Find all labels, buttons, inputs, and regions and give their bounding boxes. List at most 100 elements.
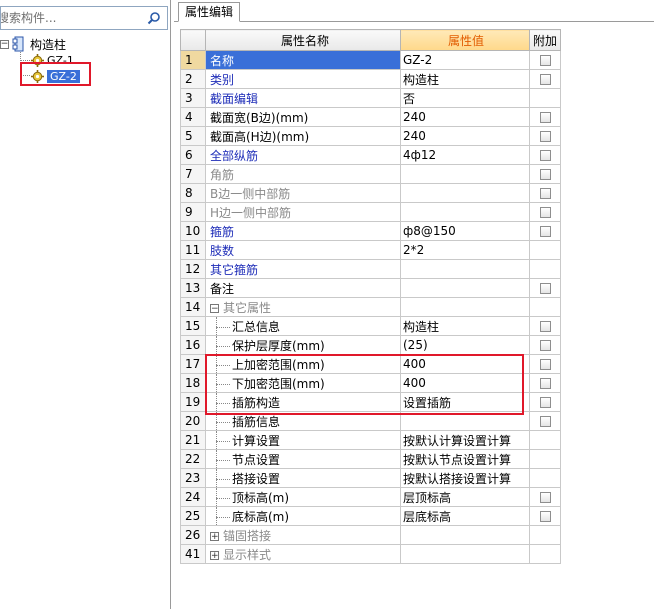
extra-checkbox[interactable]	[539, 378, 551, 389]
property-name-cell[interactable]: 名称	[205, 50, 401, 70]
property-value-cell[interactable]: 240	[400, 107, 530, 127]
property-name-cell[interactable]: 节点设置	[205, 449, 401, 469]
property-value-cell[interactable]	[400, 297, 530, 317]
property-name-cell[interactable]: 下加密范围(mm)	[205, 373, 401, 393]
extra-checkbox[interactable]	[539, 511, 551, 522]
table-row[interactable]: 9 H边一侧中部筋	[180, 202, 561, 222]
property-name-cell[interactable]: 全部纵筋	[205, 145, 401, 165]
search-button[interactable]	[143, 8, 165, 28]
property-name-cell[interactable]: 计算设置	[205, 430, 401, 450]
property-name-cell[interactable]: 上加密范围(mm)	[205, 354, 401, 374]
property-value-cell[interactable]: 构造柱	[400, 316, 530, 336]
table-row[interactable]: 10 箍筋 ф8@150	[180, 221, 561, 241]
tree-node-gz2[interactable]: GZ-2	[31, 68, 80, 84]
property-value-cell[interactable]: ф8@150	[400, 221, 530, 241]
collapse-icon[interactable]: −	[0, 39, 9, 49]
extra-checkbox[interactable]	[539, 169, 551, 180]
property-name-cell[interactable]: 类别	[205, 69, 401, 89]
property-name-cell[interactable]: + 显示样式	[205, 544, 401, 564]
property-value-cell[interactable]: 2*2	[400, 240, 530, 260]
property-name-cell[interactable]: 截面高(H边)(mm)	[205, 126, 401, 146]
property-value-cell[interactable]: 4ф12	[400, 145, 530, 165]
property-value-cell[interactable]: 按默认计算设置计算	[400, 430, 530, 450]
property-value-cell[interactable]	[400, 411, 530, 431]
property-value-cell[interactable]: 层顶标高	[400, 487, 530, 507]
property-name-cell[interactable]: H边一侧中部筋	[205, 202, 401, 222]
property-name-cell[interactable]: 角筋	[205, 164, 401, 184]
property-value-cell[interactable]	[400, 183, 530, 203]
tab-property-edit[interactable]: 属性编辑	[178, 2, 241, 22]
property-name-cell[interactable]: 插筋构造	[205, 392, 401, 412]
property-name-cell[interactable]: 搭接设置	[205, 468, 401, 488]
table-row[interactable]: 11 肢数 2*2	[180, 240, 561, 260]
table-row[interactable]: 41 + 显示样式	[180, 544, 561, 564]
table-row[interactable]: 20 插筋信息	[180, 411, 561, 431]
extra-checkbox[interactable]	[539, 397, 551, 408]
table-row[interactable]: 23 搭接设置 按默认搭接设置计算	[180, 468, 561, 488]
property-value-cell[interactable]: 否	[400, 88, 530, 108]
table-row[interactable]: 3 截面编辑 否	[180, 88, 561, 108]
property-value-cell[interactable]: 按默认节点设置计算	[400, 449, 530, 469]
table-row[interactable]: 25 底标高(m) 层底标高	[180, 506, 561, 526]
table-row[interactable]: 14− 其它属性	[180, 297, 561, 317]
property-name-cell[interactable]: 备注	[205, 278, 401, 298]
table-row[interactable]: 22 节点设置 按默认节点设置计算	[180, 449, 561, 469]
extra-checkbox[interactable]	[539, 359, 551, 370]
extra-checkbox[interactable]	[539, 226, 551, 237]
property-value-cell[interactable]: 240	[400, 126, 530, 146]
extra-checkbox[interactable]	[539, 492, 551, 503]
property-name-cell[interactable]: 保护层厚度(mm)	[205, 335, 401, 355]
property-name-cell[interactable]: 截面宽(B边)(mm)	[205, 107, 401, 127]
table-row[interactable]: 4 截面宽(B边)(mm) 240	[180, 107, 561, 127]
collapse-icon[interactable]: −	[210, 303, 219, 313]
table-row[interactable]: 8 B边一侧中部筋	[180, 183, 561, 203]
property-name-cell[interactable]: 其它箍筋	[205, 259, 401, 279]
expand-icon[interactable]: +	[210, 550, 219, 560]
table-row[interactable]: 7 角筋	[180, 164, 561, 184]
property-name-cell[interactable]: 箍筋	[205, 221, 401, 241]
table-row[interactable]: 17 上加密范围(mm) 400	[180, 354, 561, 374]
table-row[interactable]: 5 截面高(H边)(mm) 240	[180, 126, 561, 146]
table-row[interactable]: 12 其它箍筋	[180, 259, 561, 279]
property-name-cell[interactable]: + 锚固搭接	[205, 525, 401, 545]
property-name-cell[interactable]: − 其它属性	[205, 297, 401, 317]
extra-checkbox[interactable]	[539, 283, 551, 294]
property-value-cell[interactable]: 层底标高	[400, 506, 530, 526]
tree-node-gz1[interactable]: GZ-1	[31, 52, 74, 68]
table-row[interactable]: 18 下加密范围(mm) 400	[180, 373, 561, 393]
table-row[interactable]: 13 备注	[180, 278, 561, 298]
extra-checkbox[interactable]	[539, 131, 551, 142]
property-name-cell[interactable]: 汇总信息	[205, 316, 401, 336]
table-row[interactable]: 16 保护层厚度(mm) (25)	[180, 335, 561, 355]
extra-checkbox[interactable]	[539, 74, 551, 85]
property-value-cell[interactable]: (25)	[400, 335, 530, 355]
table-row[interactable]: 6 全部纵筋 4ф12	[180, 145, 561, 165]
table-row[interactable]: 26 + 锚固搭接	[180, 525, 561, 545]
property-name-cell[interactable]: 顶标高(m)	[205, 487, 401, 507]
expand-icon[interactable]: +	[210, 531, 219, 541]
property-value-cell[interactable]	[400, 164, 530, 184]
extra-checkbox[interactable]	[539, 321, 551, 332]
property-value-cell[interactable]	[400, 544, 530, 564]
property-name-cell[interactable]: 截面编辑	[205, 88, 401, 108]
extra-checkbox[interactable]	[539, 55, 551, 66]
property-value-cell[interactable]: 400	[400, 373, 530, 393]
property-value-cell[interactable]: 设置插筋	[400, 392, 530, 412]
search-input[interactable]	[1, 7, 141, 29]
extra-checkbox[interactable]	[539, 340, 551, 351]
property-name-cell[interactable]: 插筋信息	[205, 411, 401, 431]
property-value-cell[interactable]: 400	[400, 354, 530, 374]
extra-checkbox[interactable]	[539, 416, 551, 427]
table-row[interactable]: 21 计算设置 按默认计算设置计算	[180, 430, 561, 450]
table-row[interactable]: 19 插筋构造 设置插筋	[180, 392, 561, 412]
table-row[interactable]: 1 名称 GZ-2	[180, 50, 561, 70]
tree-node-root[interactable]: − 构造柱	[0, 36, 66, 52]
extra-checkbox[interactable]	[539, 112, 551, 123]
property-value-cell[interactable]: 按默认搭接设置计算	[400, 468, 530, 488]
property-value-cell[interactable]: 构造柱	[400, 69, 530, 89]
property-value-cell[interactable]	[400, 259, 530, 279]
extra-checkbox[interactable]	[539, 207, 551, 218]
table-row[interactable]: 15 汇总信息 构造柱	[180, 316, 561, 336]
table-row[interactable]: 24 顶标高(m) 层顶标高	[180, 487, 561, 507]
property-value-cell[interactable]	[400, 202, 530, 222]
